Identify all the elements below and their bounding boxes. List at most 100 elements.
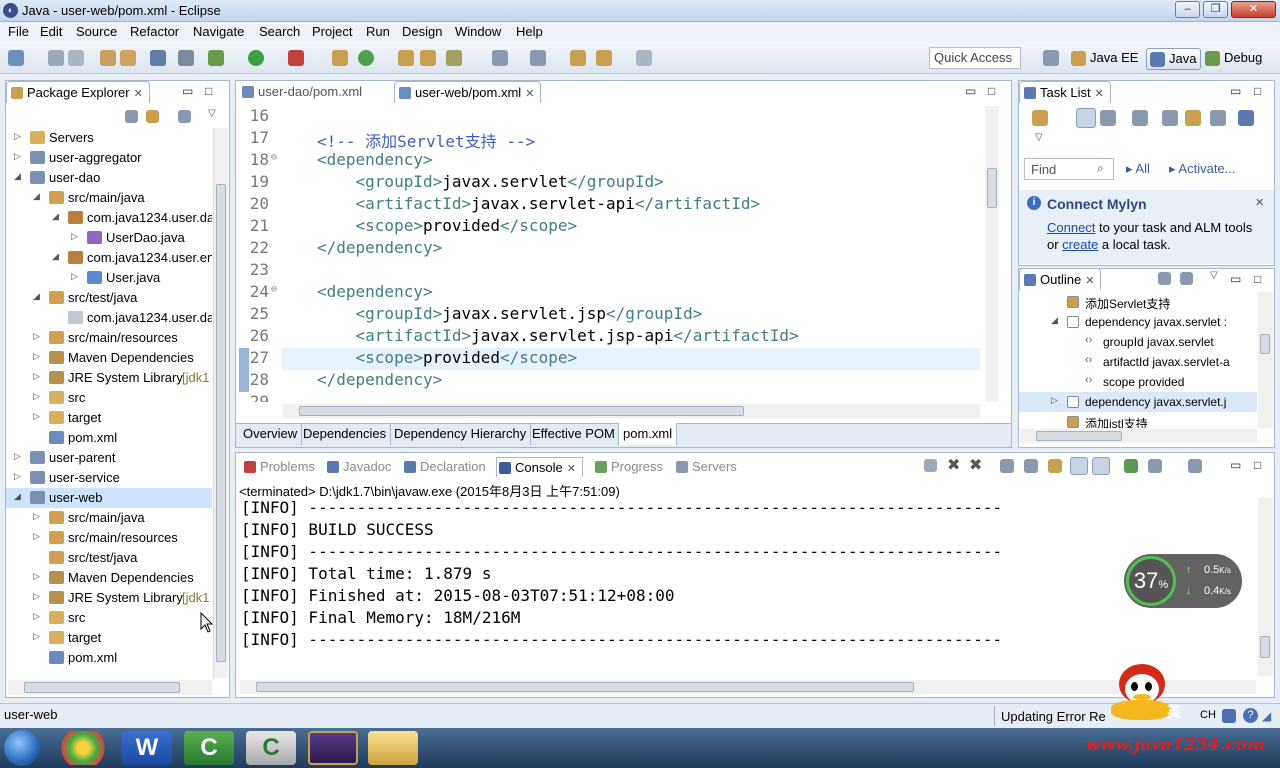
pe-scroll-thumb[interactable] [216,184,226,662]
code-line[interactable]: 18 ⊖ <dependency> [237,150,977,172]
tab-overview[interactable]: Overview [239,423,303,445]
tree-item[interactable]: ▷ Maven Dependencies [6,568,212,588]
view-menu-icon[interactable]: ▽ [1210,270,1218,281]
tree-item[interactable]: ◢ com.java1234.user.en [6,248,212,268]
connect-link[interactable]: Connect [1047,220,1095,235]
code-line[interactable]: 27 <scope>provided</scope> [237,348,977,370]
skip-breakpoints-icon[interactable] [178,50,194,66]
tree-item[interactable]: pom.xml [6,428,212,448]
maximize-view-icon[interactable]: □ [1254,84,1261,98]
new-java-project-icon[interactable] [332,50,348,66]
collapse-arrow-icon[interactable]: ◢ [1051,315,1058,326]
code-line[interactable]: 22 </dependency> [237,238,977,260]
run-icon[interactable] [248,50,264,66]
open-task-icon[interactable] [120,50,136,66]
expand-arrow-icon[interactable]: ▷ [33,411,40,422]
code-line[interactable]: 16 [237,106,977,128]
tab-pom-xml[interactable]: pom.xml [618,423,678,445]
tree-item[interactable]: ▷ user-aggregator [6,148,212,168]
pin-console-icon[interactable] [1124,459,1138,473]
minimize-button[interactable]: – [1175,1,1200,18]
new-class-icon[interactable] [358,50,374,66]
tree-item[interactable]: ▷ Servers [6,128,212,148]
menu-project[interactable]: Project [312,24,352,39]
outline-vertical-scrollbar[interactable] [1258,292,1273,428]
tree-item[interactable]: ▷ target [6,628,212,648]
expand-arrow-icon[interactable]: ▷ [1051,395,1058,406]
menu-navigate[interactable]: Navigate [193,24,244,39]
editor-vertical-scrollbar[interactable] [985,106,999,402]
collapse-arrow-icon[interactable]: ◢ [14,491,21,502]
tab-progress[interactable]: Progress [593,457,663,477]
perspective-debug[interactable]: Debug [1202,48,1266,70]
menu-window[interactable]: Window [455,24,501,39]
collapse-arrow-icon[interactable]: ◢ [33,291,40,302]
java-ee-ide-app-icon[interactable] [308,731,358,765]
network-speed-widget[interactable]: 37% ↑ 0.5K/s ↓ 0.4K/s [1124,554,1242,608]
tab-declaration[interactable]: Declaration [402,457,486,477]
code-line[interactable]: 23 [237,260,977,282]
code-editor[interactable]: 16 17 <!-- 添加Servlet支持 --> 18 ⊖ <dependency> 1… [237,106,985,402]
close-icon[interactable]: ✕ [1095,88,1104,100]
pinwheel-app-icon[interactable] [58,731,108,765]
hide-completed-icon[interactable] [1162,110,1178,126]
tree-item[interactable]: ▷ src/main/resources [6,328,212,348]
scheduled-icon[interactable] [1100,110,1116,126]
ime-lang[interactable]: CH [1200,709,1216,721]
create-link[interactable]: create [1062,237,1098,252]
view-menu-icon[interactable]: ▽ [1035,132,1043,143]
outline-item[interactable]: ‹› artifactId javax.servlet-a [1019,352,1257,372]
search-tool-icon[interactable] [446,50,462,66]
tab-package-explorer[interactable]: Package Explorer ✕ [6,81,150,103]
outline-filter-icon[interactable] [1158,272,1171,285]
tab-console[interactable]: Console ✕ [496,457,583,477]
perspective-java[interactable]: Java [1146,48,1202,70]
expand-arrow-icon[interactable]: ▷ [14,151,21,162]
code-line[interactable]: 20 <artifactId>javax.servlet-api</artifa… [237,194,977,216]
open-file-icon[interactable] [420,50,436,66]
tab-servers[interactable]: Servers [674,457,737,477]
camtasia-recorder-app-icon[interactable]: C [246,731,296,765]
pe-horizontal-scrollbar[interactable] [8,680,212,695]
outline-item[interactable]: ‹› groupId javax.servlet [1019,332,1257,352]
open-folder-icon[interactable] [398,50,414,66]
fold-icon[interactable]: ⊖ [271,152,277,163]
tab-dependencies[interactable]: Dependencies [299,423,392,445]
expand-arrow-icon[interactable]: ▷ [33,531,40,542]
tree-item[interactable]: pom.xml [6,648,212,668]
pe-vertical-scrollbar[interactable] [213,128,228,678]
menu-refactor[interactable]: Refactor [130,24,179,39]
outline-item[interactable]: 添加Servlet支持 [1019,292,1257,312]
back-icon[interactable] [596,50,612,66]
file-explorer-app-icon[interactable] [368,731,418,765]
word-wrap-icon[interactable] [1048,459,1062,473]
maximize-view-icon[interactable]: □ [1254,458,1261,472]
minimize-view-icon[interactable]: ▭ [1230,458,1241,472]
outline-item[interactable]: ‹› scope provided [1019,372,1257,392]
tree-item[interactable]: ▷ src/main/resources [6,528,212,548]
remove-all-icon[interactable]: ✖ [969,455,982,475]
tree-item[interactable]: ◢ user-web [6,488,212,508]
expand-arrow-icon[interactable]: ▷ [71,231,78,242]
close-button[interactable]: ✕ [1231,1,1276,18]
next-annotation-icon[interactable] [530,50,546,66]
ime-mode-icon[interactable] [1222,709,1236,723]
filter-icon[interactable] [178,110,191,123]
remove-launch-icon[interactable]: ✖ [947,455,960,475]
sync-queries-icon[interactable] [1238,110,1254,126]
tree-item[interactable]: ▷ JRE System Library [jdk1 [6,368,212,388]
menu-search[interactable]: Search [259,24,300,39]
tree-item[interactable]: ▷ Maven Dependencies [6,348,212,368]
code-line[interactable]: 24 ⊖ <dependency> [237,282,977,304]
outline-item[interactable]: 添加jstl支持 [1019,412,1257,428]
collapse-all-icon[interactable] [125,110,138,123]
camtasia-app-icon[interactable]: C [184,731,234,765]
menu-help[interactable]: Help [516,24,543,39]
open-console-icon[interactable] [1188,459,1202,473]
help-icon[interactable]: ? [1243,708,1258,723]
console-hscroll-thumb[interactable] [256,682,914,692]
show-on-error-icon[interactable] [1092,457,1110,475]
close-icon[interactable]: ✕ [525,88,534,100]
minimize-editor-icon[interactable]: ▭ [965,84,976,98]
tree-item[interactable]: com.java1234.user.da [6,308,212,328]
